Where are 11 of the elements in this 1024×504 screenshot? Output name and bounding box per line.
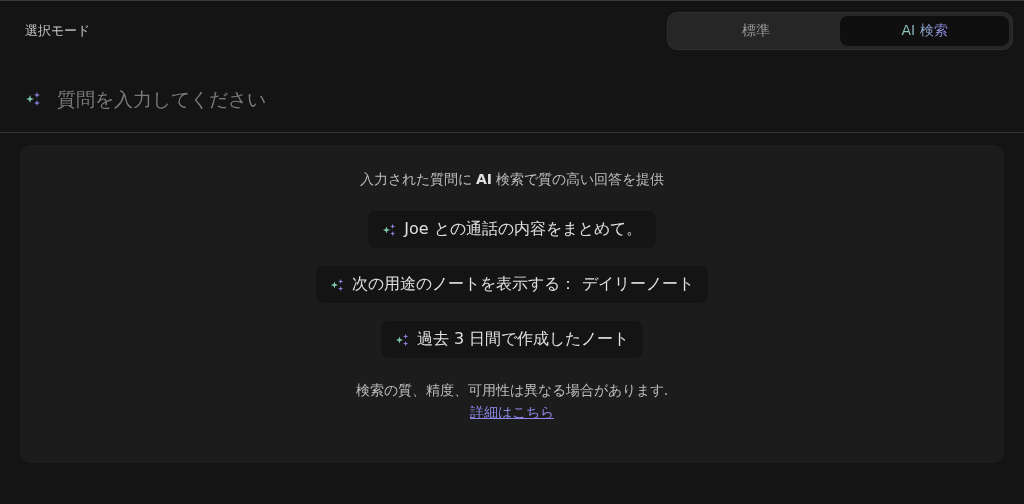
suggestion-chip[interactable]: 過去 3 日間で作成したノート — [380, 321, 644, 358]
suggestion-chip[interactable]: 次の用途のノートを表示する： デイリーノート — [316, 266, 708, 303]
disclaimer-text: 検索の質、精度、可用性は異なる場合があります. — [355, 382, 669, 400]
suggestion-chip[interactable]: Joe との通話の内容をまとめて。 — [368, 211, 656, 248]
question-field[interactable]: 質問を入力してください — [57, 88, 999, 110]
intro-text: 入力された質問に AI 検索で質の高い回答を提供 — [359, 171, 665, 189]
sparkle-icon — [394, 331, 411, 348]
mode-tab[interactable]: AI 検索 — [840, 16, 1009, 46]
mode-tab[interactable]: 標準 — [671, 16, 840, 46]
mode-label: 選択モード — [25, 22, 90, 40]
details-link[interactable]: 詳細はこちら — [470, 404, 554, 422]
